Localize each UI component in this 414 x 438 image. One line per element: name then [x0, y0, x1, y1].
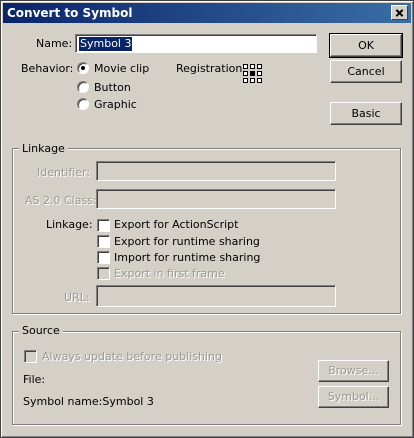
- browse-button: Browse...: [318, 360, 389, 382]
- checkbox-export-actionscript-label[interactable]: Export for ActionScript: [114, 218, 238, 231]
- basic-button[interactable]: Basic: [330, 102, 402, 125]
- linkage-label: Linkage:: [46, 218, 93, 231]
- symbol-name-text: Symbol name:Symbol 3: [23, 395, 154, 408]
- checkbox-export-actionscript[interactable]: [97, 219, 110, 232]
- window-title: Convert to Symbol: [7, 6, 133, 20]
- checkbox-always-update: [24, 350, 37, 363]
- identifier-input[interactable]: [96, 161, 336, 181]
- name-input-value: Symbol 3: [79, 37, 133, 51]
- registration-point-top-right[interactable]: [257, 64, 262, 69]
- as-class-label: AS 2.0 Class:: [25, 194, 97, 207]
- checkbox-export-runtime-sharing[interactable]: [97, 235, 110, 248]
- registration-point-bottom-center[interactable]: [250, 78, 255, 83]
- radio-movie-clip[interactable]: [77, 62, 89, 74]
- registration-point-middle-left[interactable]: [243, 71, 248, 76]
- ok-button[interactable]: OK: [329, 33, 403, 58]
- checkbox-export-first-frame-label: Export in first frame: [114, 267, 225, 280]
- checkbox-export-first-frame: [97, 267, 110, 280]
- checkbox-export-runtime-sharing-label[interactable]: Export for runtime sharing: [114, 235, 260, 248]
- registration-point-top-left[interactable]: [243, 64, 248, 69]
- name-label: Name:: [36, 37, 73, 50]
- registration-point-top-center[interactable]: [250, 64, 255, 69]
- radio-button[interactable]: [77, 81, 89, 93]
- checkbox-always-update-label: Always update before publishing: [42, 350, 222, 363]
- radio-button-label[interactable]: Button: [94, 81, 131, 94]
- name-input[interactable]: Symbol 3: [75, 34, 317, 53]
- registration-point-bottom-right[interactable]: [257, 78, 262, 83]
- radio-graphic-label[interactable]: Graphic: [94, 98, 137, 111]
- cancel-button[interactable]: Cancel: [330, 60, 402, 83]
- registration-grid-icon[interactable]: [243, 64, 262, 83]
- radio-graphic[interactable]: [77, 98, 89, 110]
- file-label: File:: [23, 373, 46, 386]
- as-class-input[interactable]: [96, 189, 336, 209]
- convert-to-symbol-dialog: Convert to Symbol Name: Symbol 3 Behavio…: [0, 0, 414, 438]
- checkbox-import-runtime-sharing-label[interactable]: Import for runtime sharing: [114, 251, 260, 264]
- source-group-title: Source: [19, 324, 63, 337]
- radio-movie-clip-label[interactable]: Movie clip: [94, 62, 149, 75]
- title-bar[interactable]: Convert to Symbol: [3, 3, 411, 23]
- close-icon[interactable]: [391, 5, 408, 20]
- registration-point-middle-right[interactable]: [257, 71, 262, 76]
- symbol-button: Symbol...: [318, 386, 389, 408]
- linkage-group-title: Linkage: [19, 142, 68, 155]
- behavior-label: Behavior:: [21, 62, 74, 75]
- registration-label: Registration:: [176, 62, 247, 75]
- registration-point-bottom-left[interactable]: [243, 78, 248, 83]
- url-label: URL:: [64, 291, 90, 304]
- checkbox-import-runtime-sharing[interactable]: [97, 251, 110, 264]
- registration-point-center[interactable]: [250, 71, 255, 76]
- url-input[interactable]: [96, 285, 336, 307]
- identifier-label: Identifier:: [37, 166, 91, 179]
